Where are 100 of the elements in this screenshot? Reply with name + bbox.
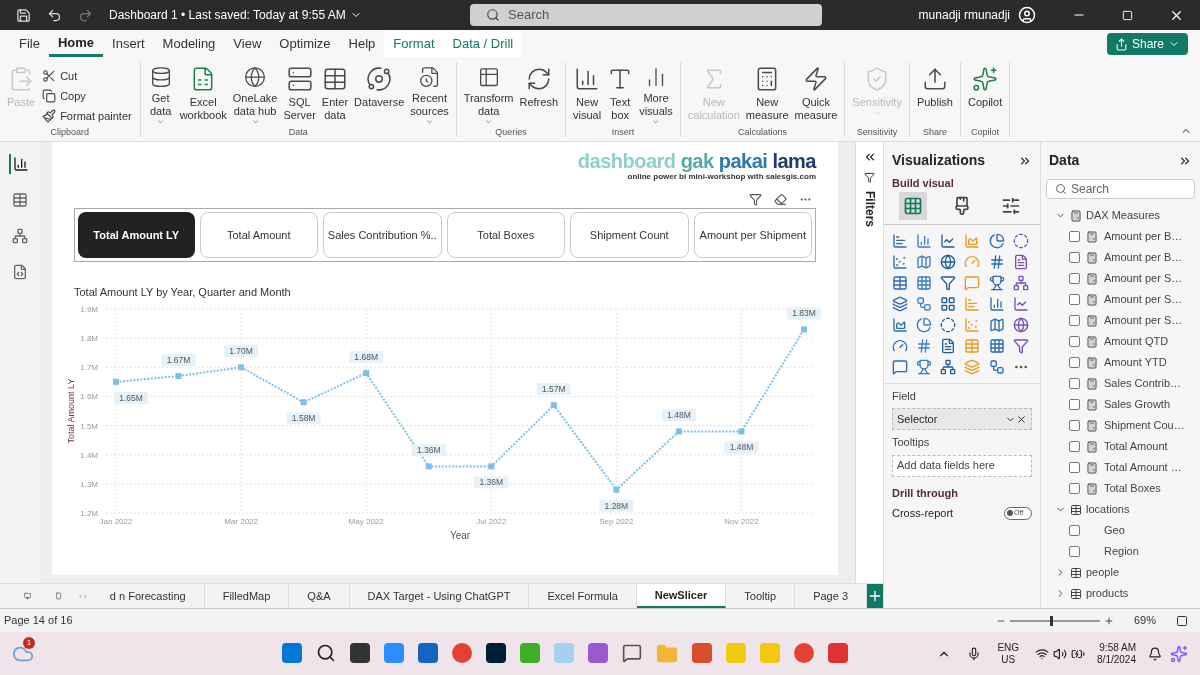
scatter-chart-icon[interactable] (892, 253, 908, 270)
checkbox[interactable] (1069, 357, 1080, 368)
bell-icon[interactable] (1148, 646, 1162, 661)
menu-tab[interactable]: Optimize (270, 31, 340, 57)
checkbox[interactable] (1069, 483, 1080, 494)
field-name[interactable]: Amount per S… (1104, 291, 1183, 308)
table-name[interactable]: products (1086, 585, 1129, 602)
fields-tab-icon[interactable] (898, 191, 927, 220)
ribbon-button[interactable]: Cut (38, 66, 136, 86)
field-name[interactable]: Amount per S… (1104, 270, 1183, 287)
model-view-icon[interactable] (10, 226, 30, 246)
menu-tab[interactable]: Modeling (153, 31, 225, 57)
text-icon[interactable] (1012, 253, 1029, 270)
checkbox[interactable] (1069, 315, 1080, 326)
table-view-icon[interactable] (10, 190, 30, 210)
filter-icon[interactable] (1012, 337, 1029, 354)
app-icon[interactable] (485, 642, 506, 663)
card-icon[interactable] (916, 337, 933, 354)
chevron-down-icon[interactable] (1055, 504, 1066, 515)
slicer-button[interactable]: Total Boxes (446, 212, 565, 258)
tree-icon[interactable] (940, 358, 957, 375)
task-view-icon[interactable] (349, 642, 370, 663)
filter-icon[interactable] (749, 193, 762, 206)
checkbox[interactable] (1069, 462, 1080, 473)
matrix-icon[interactable] (988, 337, 1005, 354)
ribbon-button[interactable]: New visual (570, 62, 605, 126)
checkbox[interactable] (1069, 525, 1080, 536)
checkbox[interactable] (1069, 336, 1080, 347)
field-name[interactable]: Region (1104, 543, 1139, 560)
sparkles-icon[interactable] (1170, 644, 1188, 663)
checkbox[interactable] (1069, 378, 1080, 389)
search-icon[interactable] (315, 642, 336, 663)
ribbon-button[interactable]: Excel workbook (176, 62, 230, 126)
checkbox[interactable] (1069, 252, 1080, 263)
zoom-in-icon[interactable] (1103, 615, 1114, 626)
donut-chart-icon[interactable] (940, 316, 957, 333)
field-name[interactable]: Amount per S… (1104, 312, 1183, 329)
document-title[interactable]: Dashboard 1 • Last saved: Today at 9:55 AM (109, 6, 346, 24)
slicer-button[interactable]: Total Amount (199, 212, 318, 258)
flow-icon[interactable] (988, 358, 1005, 375)
field-name[interactable]: Total Boxes (1104, 480, 1161, 497)
map-icon[interactable] (916, 253, 933, 270)
maximize-icon[interactable] (1122, 9, 1133, 21)
checkbox[interactable] (1069, 399, 1080, 410)
column-chart-icon[interactable] (988, 295, 1005, 312)
volume-icon[interactable] (1053, 646, 1068, 661)
user-avatar-icon[interactable] (1018, 6, 1036, 24)
field-name[interactable]: Sales Contrib… (1104, 375, 1182, 392)
undo-icon[interactable] (47, 7, 62, 23)
ribbon-button[interactable]: Refresh (516, 62, 562, 126)
menu-tab[interactable]: Format (384, 31, 444, 57)
field-well[interactable]: Selector (892, 408, 1032, 430)
remove-icon[interactable] (1016, 413, 1027, 425)
ribbon-button[interactable]: Enter data (318, 62, 352, 126)
ribbon-button[interactable]: Text box (604, 62, 637, 126)
language[interactable]: ENG (997, 641, 1020, 654)
checkbox[interactable] (1069, 546, 1080, 557)
tree-icon[interactable] (1012, 274, 1029, 291)
slicer-button[interactable]: Total Amount LY (78, 212, 195, 258)
menu-tab[interactable]: Help (339, 31, 385, 57)
ribbon-button[interactable]: Format painter (38, 106, 136, 126)
table-name[interactable]: DAX Measures (1086, 207, 1160, 224)
page-tab[interactable]: NewSlicer (636, 584, 727, 608)
microphone-icon[interactable] (967, 646, 982, 661)
menu-tab[interactable]: Data / Drill (443, 31, 523, 57)
chat-icon[interactable] (621, 642, 642, 663)
field-name[interactable]: Total Amount (1104, 438, 1168, 455)
checkbox[interactable] (1069, 231, 1080, 242)
menu-tab[interactable]: Insert (103, 31, 154, 57)
field-name[interactable]: Shipment Cou… (1104, 417, 1185, 434)
clock-date[interactable]: 8/1/2024 (1097, 653, 1136, 666)
layers-icon[interactable] (892, 295, 908, 312)
menu-tab[interactable]: View (224, 31, 271, 57)
gauge-icon[interactable] (892, 337, 908, 354)
donut-chart-icon[interactable] (1012, 232, 1029, 249)
drop-zone[interactable]: Add data fields here (892, 454, 1032, 477)
search-field[interactable]: Search (1046, 179, 1195, 199)
field-name[interactable]: Sales Growth (1104, 396, 1171, 413)
field-name[interactable]: Geo (1104, 522, 1125, 539)
trophy-icon[interactable] (916, 358, 933, 375)
checkbox[interactable] (1069, 273, 1080, 284)
ribbon-button[interactable]: Get data (144, 62, 177, 126)
add-page-button[interactable] (867, 584, 883, 608)
redo-icon[interactable] (78, 7, 93, 23)
checkbox[interactable] (1069, 420, 1080, 431)
ribbon-button[interactable]: Publish (913, 62, 956, 126)
table-icon[interactable] (892, 274, 908, 291)
trophy-icon[interactable] (988, 274, 1005, 291)
flow-icon[interactable] (916, 295, 933, 312)
matrix-icon[interactable] (916, 274, 933, 291)
ribbon-button[interactable]: SQL Server (280, 62, 319, 126)
line-chart-icon[interactable] (940, 232, 957, 249)
line-chart-icon[interactable] (1012, 295, 1029, 312)
card-icon[interactable] (988, 253, 1005, 270)
globe-icon[interactable] (1012, 316, 1029, 333)
clock-time[interactable]: 9:58 AM (1099, 641, 1136, 654)
ribbon-button[interactable]: New measure (742, 62, 792, 126)
filter-icon[interactable] (940, 274, 957, 291)
ribbon-button[interactable]: Quick measure (791, 62, 841, 126)
speech-bubble-icon[interactable] (892, 358, 908, 375)
